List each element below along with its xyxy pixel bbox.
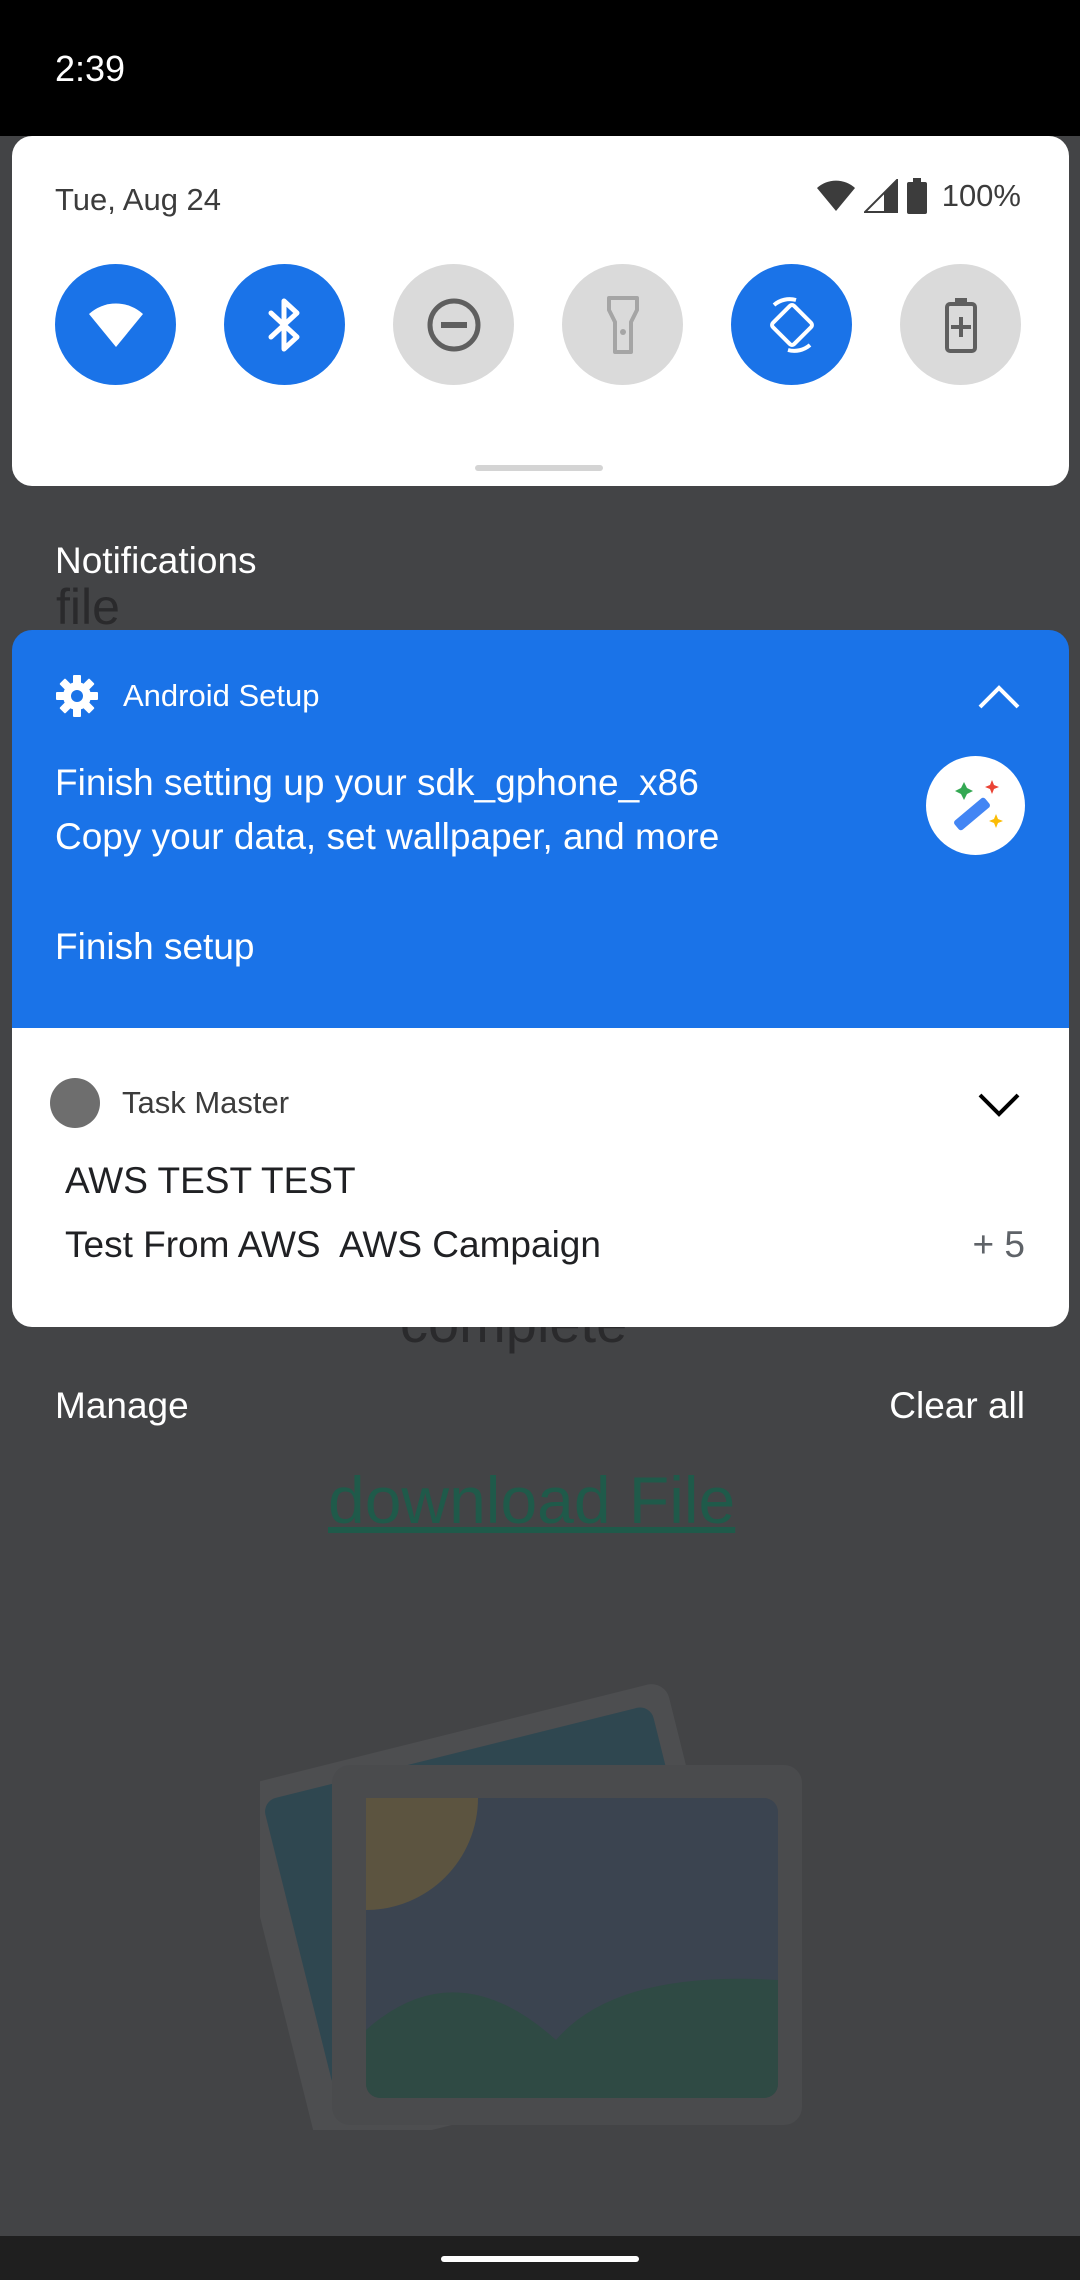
do-not-disturb-tile[interactable]	[393, 264, 514, 385]
notifications-header: Notifications	[55, 540, 257, 581]
task-master-notification[interactable]: Task Master AWS TEST TEST Test From AWS …	[12, 1028, 1069, 1327]
task-notification-text: Test From AWS AWS Campaign	[65, 1224, 601, 1265]
battery-saver-tile[interactable]	[900, 264, 1021, 385]
download-file-link: download File	[328, 1463, 736, 1537]
clear-all-button[interactable]: Clear all	[889, 1385, 1025, 1427]
image-placeholder-illustration	[260, 1684, 802, 2130]
android-setup-notification[interactable]: Android Setup Finish setting up your sdk…	[12, 630, 1069, 1028]
background-file-text: file	[56, 579, 120, 635]
task-notification-count: + 5	[972, 1224, 1025, 1265]
setup-wizard-icon	[926, 756, 1025, 855]
task-app-name: Task Master	[122, 1085, 290, 1120]
quick-settings-panel: Tue, Aug 24 100%	[12, 136, 1069, 486]
cell-signal-icon	[863, 179, 898, 213]
status-bar: 2:39	[0, 0, 1080, 136]
qs-drag-handle[interactable]	[475, 465, 603, 471]
wifi-icon	[88, 303, 143, 347]
magic-wand-icon	[953, 779, 1003, 830]
auto-rotate-icon	[769, 296, 814, 353]
navigation-bar	[0, 2236, 1080, 2280]
gear-icon	[56, 675, 98, 717]
bluetooth-tile[interactable]	[224, 264, 345, 385]
setup-app-name: Android Setup	[123, 678, 320, 713]
home-gesture-handle[interactable]	[441, 2256, 639, 2262]
chevron-down-icon[interactable]	[977, 1092, 1021, 1118]
chevron-up-icon[interactable]	[977, 684, 1021, 710]
status-clock: 2:39	[55, 48, 126, 89]
task-app-header: Task Master	[50, 1078, 289, 1128]
finish-setup-button[interactable]: Finish setup	[55, 926, 255, 968]
qs-date[interactable]: Tue, Aug 24	[55, 182, 221, 218]
battery-icon	[906, 178, 927, 214]
battery-percentage: 100%	[941, 178, 1021, 213]
qs-tiles	[55, 264, 1021, 385]
task-notification-title: AWS TEST TEST	[65, 1160, 356, 1201]
battery-saver-icon	[944, 297, 977, 353]
manage-button[interactable]: Manage	[55, 1385, 189, 1427]
qs-status-icons: 100%	[816, 178, 1021, 214]
wifi-tile[interactable]	[55, 264, 176, 385]
auto-rotate-tile[interactable]	[731, 264, 852, 385]
setup-notification-text: Copy your data, set wallpaper, and more	[55, 816, 720, 857]
wifi-signal-icon	[816, 180, 855, 211]
flashlight-tile[interactable]	[562, 264, 683, 385]
flashlight-icon	[606, 295, 639, 354]
do-not-disturb-icon	[427, 298, 480, 351]
setup-notification-title: Finish setting up your sdk_gphone_x86	[55, 762, 699, 803]
setup-app-header: Android Setup	[55, 674, 319, 718]
bluetooth-icon	[268, 298, 299, 351]
task-master-app-icon	[50, 1078, 100, 1128]
